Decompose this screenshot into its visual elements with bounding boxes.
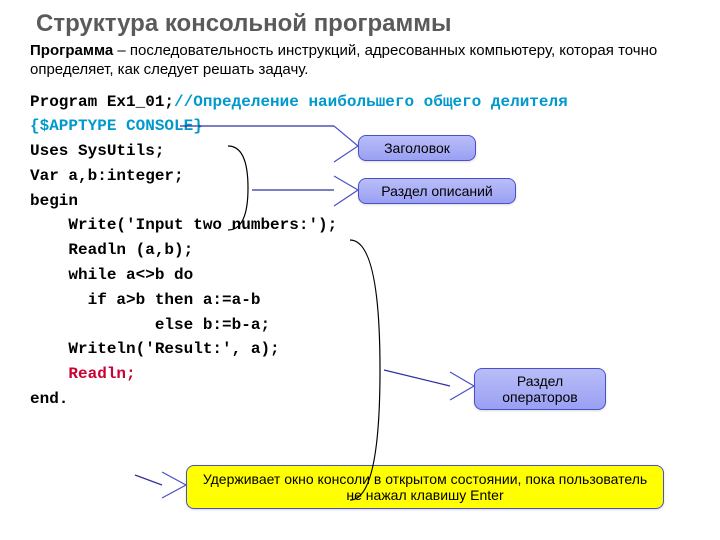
callout-header: Заголовок [358,135,476,161]
code-line-7: Readln (a,b); [30,241,193,259]
code-line-5: begin [30,192,78,210]
definition-text: – последовательность инструкций, адресов… [30,42,657,78]
code-line-8: while a<>b do [30,266,193,284]
code-line-13: end. [30,390,68,408]
code-line-11: Writeln('Result:', a); [30,340,280,358]
callout-declarations: Раздел описаний [358,178,516,204]
code-line-3: Uses SysUtils; [30,142,164,160]
slide-title: Структура консольной программы [0,0,720,42]
code-line-9: if a>b then a:=a-b [30,291,260,309]
code-line-10: else b:=b-a; [30,316,270,334]
callout-operators: Раздел операторов [474,368,606,410]
definition-paragraph: Программа – последовательность инструкци… [0,42,720,90]
definition-term: Программа [30,42,113,59]
code-comment: //Определение наибольшего общего делител… [174,93,568,111]
code-line-1a: Program Ex1_01; [30,93,174,111]
code-line-12: Readln; [30,365,136,383]
code-line-4: Var a,b:integer; [30,167,184,185]
callout-hold-note: Удерживает окно консоли в открытом состо… [186,465,664,509]
connector-hold-line [135,475,162,485]
code-line-6: Write('Input two numbers:'); [30,216,337,234]
arrow-tail-hold [162,472,186,498]
code-line-2: {$APPTYPE CONSOLE} [30,117,203,135]
